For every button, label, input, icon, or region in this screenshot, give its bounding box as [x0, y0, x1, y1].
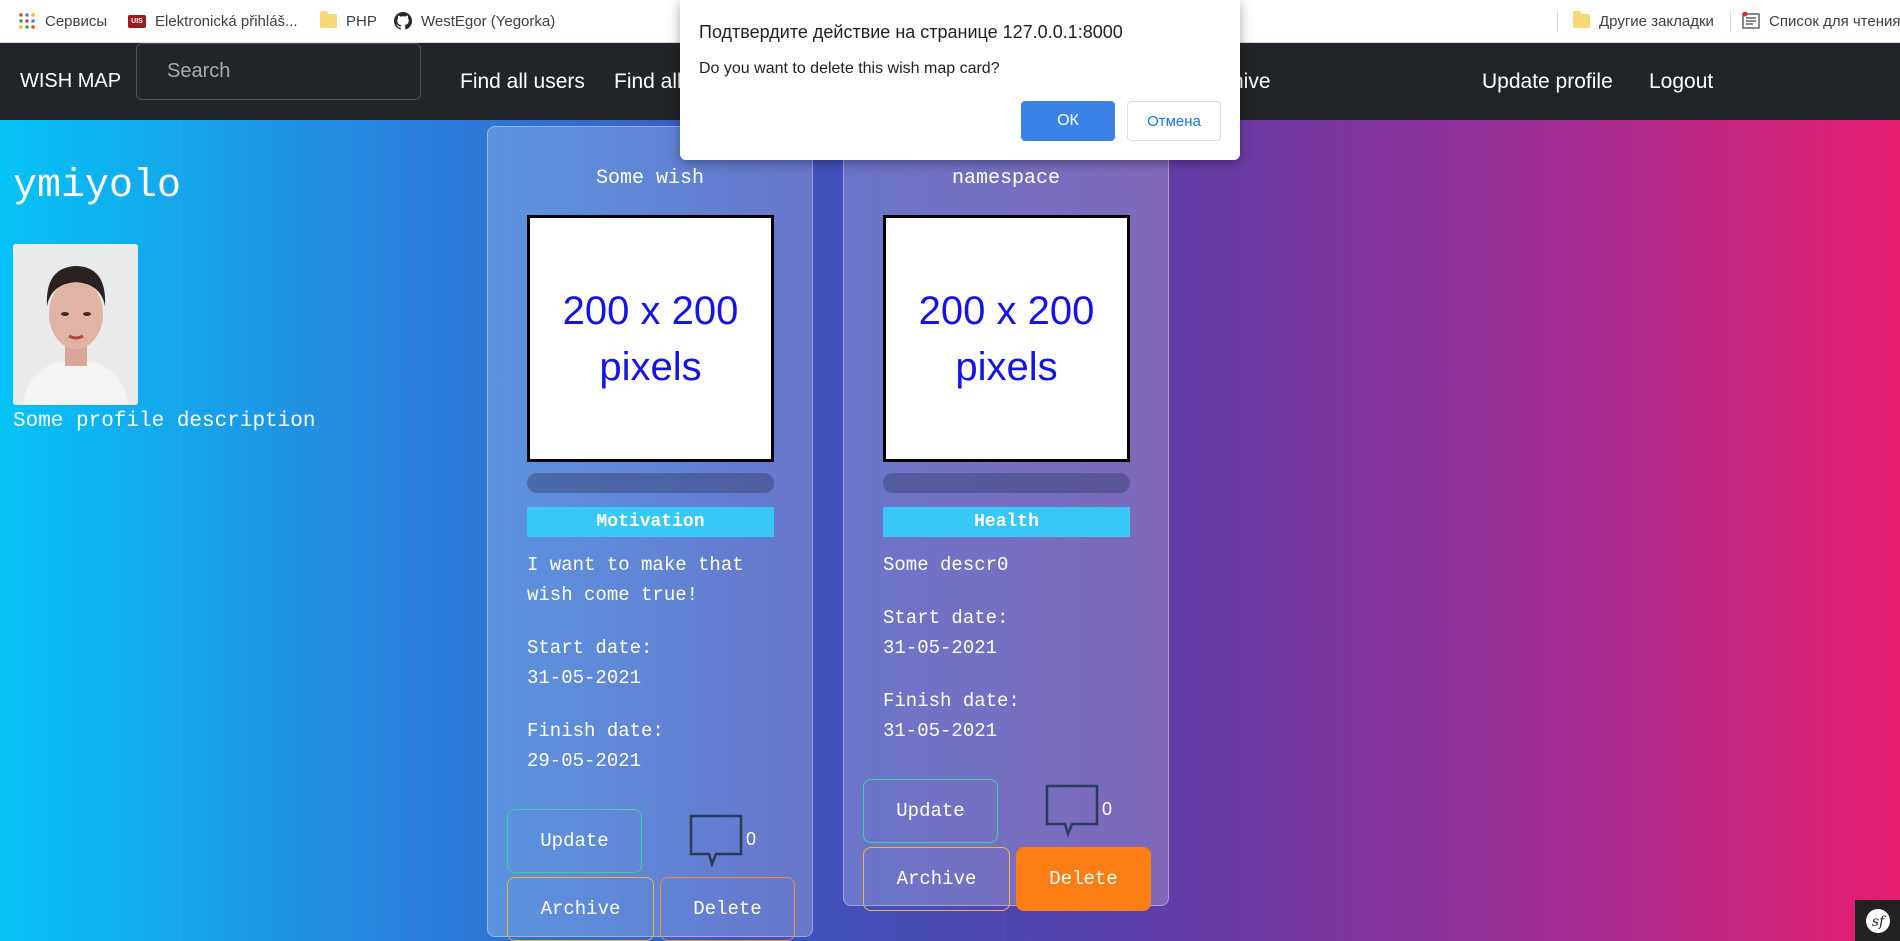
- nav-find-all-users[interactable]: Find all users: [460, 43, 585, 120]
- main-content: ymiyolo Some profile description Some wi…: [0, 120, 1900, 941]
- profile-description: Some profile description: [13, 410, 316, 433]
- bookmark-label: Другие закладки: [1599, 12, 1714, 30]
- card-start-date: Start date: 31-05-2021: [883, 603, 1133, 663]
- card-description-line: wish come true!: [527, 584, 699, 606]
- delete-button[interactable]: Delete: [660, 877, 795, 941]
- card-category-badge: Health: [883, 507, 1130, 537]
- card-description: I want to make that wish come true!: [527, 550, 777, 610]
- archive-button[interactable]: Archive: [863, 847, 1010, 911]
- delete-button[interactable]: Delete: [1016, 847, 1151, 911]
- comment-icon: [688, 813, 744, 872]
- nav-find-all[interactable]: Find all: [614, 43, 682, 120]
- avatar: [13, 244, 138, 405]
- card-image: 200 x 200 pixels: [883, 215, 1130, 462]
- card-image-text: 200 x 200: [562, 288, 739, 333]
- reading-list-icon: [1742, 12, 1760, 30]
- card-image-text: 200 x 200: [918, 288, 1095, 333]
- symfony-icon: sf: [1865, 908, 1890, 933]
- nav-logout[interactable]: Logout: [1649, 43, 1713, 120]
- bookmark-other[interactable]: Другие закладки: [1572, 0, 1714, 42]
- card-category-badge: Motivation: [527, 507, 774, 537]
- card-title: namespace: [951, 167, 1061, 190]
- finish-date-value: 31-05-2021: [883, 720, 998, 742]
- start-date-value: 31-05-2021: [527, 667, 642, 689]
- github-icon: [394, 12, 412, 30]
- bookmark-services[interactable]: Сервисы: [18, 0, 107, 42]
- folder-icon: [319, 11, 337, 30]
- folder-icon: [1572, 11, 1590, 30]
- confirm-dialog: Подтвердите действие на странице 127.0.0…: [680, 0, 1240, 160]
- comments-button[interactable]: 0: [688, 813, 756, 872]
- bookmark-reading-list[interactable]: Список для чтения: [1742, 0, 1900, 42]
- wish-card: namespace 200 x 200 pixels Health Some de…: [843, 126, 1169, 911]
- card-description: Some descr0: [883, 554, 1009, 576]
- update-button[interactable]: Update: [507, 809, 642, 873]
- archive-button[interactable]: Archive: [507, 877, 654, 941]
- bookmarks-divider: [1557, 10, 1558, 32]
- bookmark-elektronicka[interactable]: UIS Elektronická přihláš...: [128, 0, 298, 42]
- wish-card: Some wish 200 x 200 pixels Motivation I w…: [487, 126, 813, 941]
- start-date-label: Start date:: [527, 637, 653, 659]
- brand-logo[interactable]: WISH MAP: [20, 43, 121, 120]
- bookmark-php[interactable]: PHP: [319, 0, 377, 42]
- bookmark-label: PHP: [346, 12, 377, 30]
- card-image: 200 x 200 pixels: [527, 215, 774, 462]
- comments-button[interactable]: 0: [1044, 783, 1112, 842]
- bookmark-westegor[interactable]: WestEgor (Yegorka): [394, 0, 555, 42]
- start-date-label: Start date:: [883, 607, 1009, 629]
- comments-count: 0: [746, 829, 757, 849]
- finish-date-label: Finish date:: [527, 720, 664, 742]
- search-input[interactable]: [136, 43, 421, 100]
- ok-button[interactable]: ОК: [1021, 101, 1115, 141]
- card-progress-bar: [883, 473, 1130, 493]
- card-progress-bar: [527, 473, 774, 493]
- card-image-text: pixels: [599, 344, 702, 389]
- cancel-button[interactable]: Отмена: [1127, 101, 1221, 141]
- comment-icon: [1044, 783, 1100, 842]
- bookmark-label: Сервисы: [45, 12, 108, 30]
- card-description-line: I want to make that: [527, 554, 744, 576]
- finish-date-value: 29-05-2021: [527, 750, 642, 772]
- apps-grid-icon: [18, 12, 36, 30]
- card-title: Some wish: [595, 167, 705, 190]
- card-start-date: Start date: 31-05-2021: [527, 633, 777, 693]
- bookmarks-divider: [1730, 10, 1731, 32]
- profile-username: ymiyolo: [13, 164, 182, 209]
- nav-update-profile[interactable]: Update profile: [1482, 43, 1613, 120]
- bookmark-label: WestEgor (Yegorka): [421, 12, 556, 30]
- dialog-message: Do you want to delete this wish map card…: [699, 60, 1000, 77]
- dialog-title: Подтвердите действие на странице 127.0.0…: [699, 22, 1123, 42]
- symfony-toolbar-toggle[interactable]: sf: [1855, 900, 1900, 941]
- card-finish-date: Finish date: 31-05-2021: [883, 686, 1133, 746]
- uis-icon: UIS: [128, 12, 146, 30]
- start-date-value: 31-05-2021: [883, 637, 998, 659]
- comments-count: 0: [1102, 799, 1113, 819]
- card-image-text: pixels: [955, 344, 1058, 389]
- finish-date-label: Finish date:: [883, 690, 1020, 712]
- bookmark-label: Список для чтения: [1769, 12, 1900, 30]
- bookmark-label: Elektronická přihláš...: [155, 12, 298, 30]
- card-finish-date: Finish date: 29-05-2021: [527, 716, 777, 776]
- update-button[interactable]: Update: [863, 779, 998, 843]
